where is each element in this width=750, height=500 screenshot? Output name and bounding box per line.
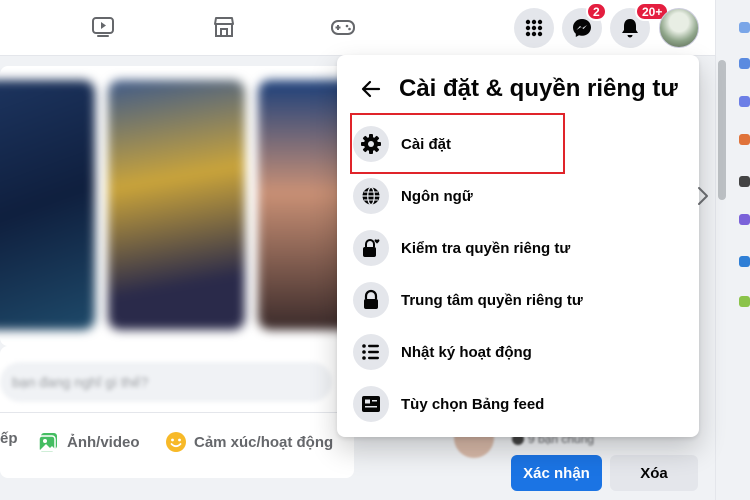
shortcut-icon[interactable] [739,214,750,225]
shortcut-icon[interactable] [739,256,750,267]
top-bar: 2 20+ [0,0,715,56]
post-composer-input[interactable]: bạn đang nghĩ gì thế? [0,362,332,402]
profile-avatar[interactable] [659,8,699,48]
photo-icon [38,433,57,453]
menu-item-language[interactable]: Ngôn ngữ [345,172,708,220]
shortcut-icon[interactable] [739,96,750,107]
menu-item-privacy-center[interactable]: Trung tâm quyền riêng tư [345,276,691,324]
highlight-box [350,113,565,174]
list-icon [353,334,389,370]
menu-item-label: Trung tâm quyền riêng tư [401,291,583,309]
menu-grid-button[interactable] [514,8,554,48]
photo-video-action[interactable]: Ảnh/video [37,430,140,454]
shortcut-icon[interactable] [739,134,750,145]
divider [0,412,354,413]
composer-placeholder: bạn đang nghĩ gì thế? [12,374,149,390]
marketplace-icon[interactable] [209,12,239,42]
menu-item-feed-preferences[interactable]: Tùy chọn Bảng feed [345,380,691,428]
globe-icon [353,178,389,214]
menu-item-label: Tùy chọn Bảng feed [401,395,545,413]
shortcut-icon[interactable] [739,58,750,69]
bell-icon [622,19,638,38]
back-button[interactable] [355,73,387,105]
live-video-action[interactable]: ếp [0,430,18,447]
lock-heart-icon [353,230,389,266]
grid-icon [525,19,543,37]
menu-item-label: Ngôn ngữ [401,187,473,205]
notifications-button[interactable]: 20+ [610,2,670,48]
arrow-left-icon [361,80,381,98]
feeling-action[interactable]: Cảm xúc/hoạt động [164,430,333,454]
shortcut-icon[interactable] [739,176,750,187]
story-thumbnail[interactable] [0,80,95,330]
delete-button[interactable]: Xóa [610,455,698,491]
video-icon[interactable] [88,12,118,42]
menu-item-privacy-checkup[interactable]: Kiểm tra quyền riêng tư [345,224,691,272]
messenger-button[interactable]: 2 [562,2,607,48]
messenger-badge: 2 [586,2,607,21]
confirm-button[interactable]: Xác nhận [511,455,602,491]
lock-icon [353,282,389,318]
gaming-icon[interactable] [328,12,358,42]
photo-video-label: Ảnh/video [67,433,140,451]
menu-item-label: Nhật ký hoạt động [401,343,532,361]
scrollbar-thumb[interactable] [718,60,726,200]
menu-item-activity-log[interactable]: Nhật ký hoạt động [345,328,691,376]
menu-header: Cài đặt & quyền riêng tư [337,69,699,109]
shortcut-icon[interactable] [739,296,750,307]
menu-item-label: Kiểm tra quyền riêng tư [401,239,571,257]
chevron-right-icon [693,184,713,208]
feed-icon [353,386,389,422]
menu-title: Cài đặt & quyền riêng tư [399,75,678,102]
live-video-label: ếp [0,430,18,447]
messenger-icon [573,19,591,37]
smiley-icon [166,432,186,452]
story-thumbnail[interactable] [108,80,245,330]
feeling-label: Cảm xúc/hoạt động [194,433,334,451]
shortcut-icon[interactable] [739,22,750,33]
